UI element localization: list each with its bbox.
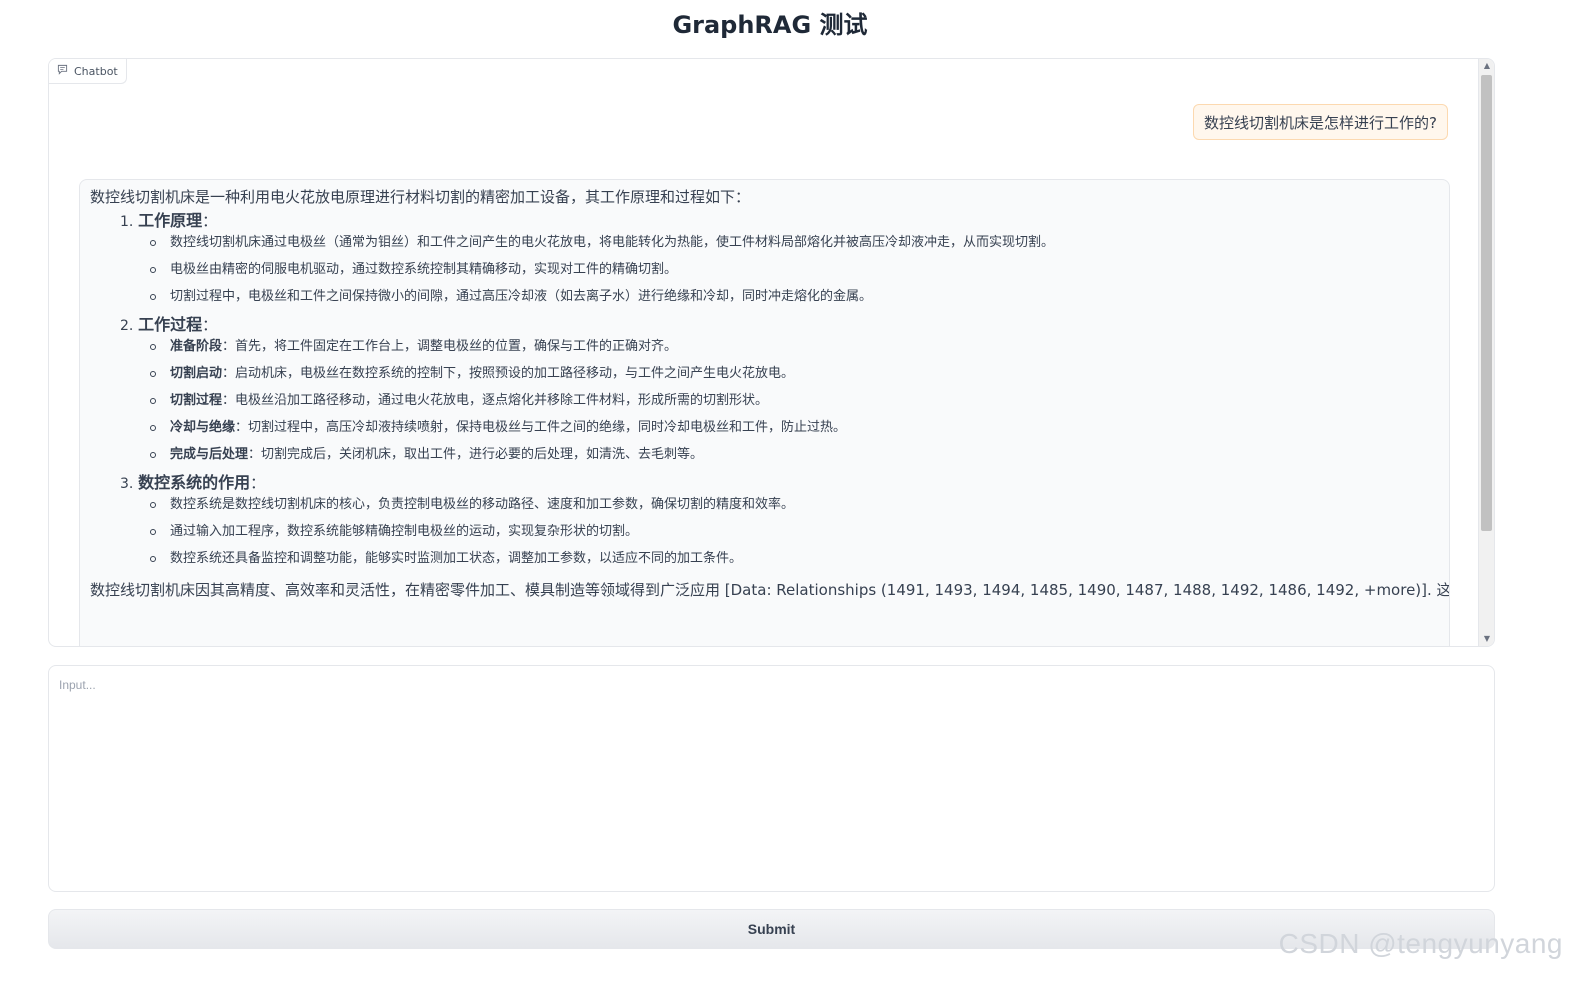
watermark: CSDN @tengyunyang <box>1278 928 1563 959</box>
scroll-up-arrow-icon[interactable]: ▲ <box>1479 59 1494 73</box>
list-item: 数控线切割机床通过电极丝（通常为钼丝）和工件之间产生的电火花放电，将电能转化为热… <box>150 235 1439 251</box>
list-item-text: 通过输入加工程序，数控系统能够精确控制电极丝的运动，实现复杂形状的切割。 <box>170 524 639 539</box>
section-number: 1. <box>120 214 134 230</box>
list-item: 完成与后处理：切割完成后，关闭机床，取出工件，进行必要的后处理，如清洗、去毛刺等… <box>150 447 1439 463</box>
list-item-text: 数控线切割机床通过电极丝（通常为钼丝）和工件之间产生的电火花放电，将电能转化为热… <box>170 235 1055 250</box>
list-item-label: 切割启动 <box>170 366 223 381</box>
list-item-text: ：切割过程中，高压冷却液持续喷射，保持电极丝与工件之间的绝缘，同时冷却电极丝和工… <box>235 420 847 435</box>
list-item-text: 数控系统是数控线切割机床的核心，负责控制电极丝的移动路径、速度和加工参数，确保切… <box>170 497 795 512</box>
page-title: GraphRAG 测试 <box>672 11 868 39</box>
list-item-text: 切割过程中，电极丝和工件之间保持微小的间隙，通过高压冷却液（如去离子水）进行绝缘… <box>170 289 873 304</box>
message-input[interactable] <box>48 665 1495 892</box>
scroll-thumb[interactable] <box>1481 75 1492 531</box>
user-message: 数控线切割机床是怎样进行工作的? <box>1193 104 1448 140</box>
section-colon: ： <box>202 316 218 334</box>
bot-message: 数控线切割机床是一种利用电火花放电原理进行材料切割的精密加工设备，其工作原理和过… <box>79 179 1450 646</box>
list-item-label: 准备阶段 <box>170 339 223 354</box>
list-item: 数控系统还具备监控和调整功能，能够实时监测加工状态，调整加工参数，以适应不同的加… <box>150 551 1439 567</box>
list-item: 电极丝由精密的伺服电机驱动，通过数控系统控制其精确移动，实现对工件的精确切割。 <box>150 262 1439 278</box>
list-item-text: ：电极丝沿加工路径移动，通过电火花放电，逐点熔化并移除工件材料，形成所需的切割形… <box>222 393 769 408</box>
chatbot-panel[interactable]: Chatbot 数控线切割机床是怎样进行工作的? 数控线切割机床是一种利用电火花… <box>48 58 1495 647</box>
list-item: 准备阶段：首先，将工件固定在工作台上，调整电极丝的位置，确保与工件的正确对齐。 <box>150 339 1439 355</box>
section-title: 2. 工作过程： <box>120 316 1439 335</box>
list-item-label: 完成与后处理 <box>170 447 249 462</box>
list-item-text: 电极丝由精密的伺服电机驱动，通过数控系统控制其精确移动，实现对工件的精确切割。 <box>170 262 678 277</box>
section-colon: ： <box>250 474 266 492</box>
list-item-text: ：切割完成后，关闭机床，取出工件，进行必要的后处理，如清洗、去毛刺等。 <box>248 447 704 462</box>
section-heading: 工作过程 <box>138 315 203 334</box>
list-item: 切割过程中，电极丝和工件之间保持微小的间隙，通过高压冷却液（如去离子水）进行绝缘… <box>150 289 1439 305</box>
section-title: 3. 数控系统的作用： <box>120 474 1439 493</box>
section-heading: 工作原理 <box>138 211 203 230</box>
bot-tail: 数控线切割机床因其高精度、高效率和灵活性，在精密零件加工、模具制造等领域得到广泛… <box>90 581 1450 599</box>
bot-intro: 数控线切割机床是一种利用电火花放电原理进行材料切割的精密加工设备，其工作原理和过… <box>90 188 751 206</box>
list-item-label: 冷却与绝缘 <box>170 420 236 435</box>
section-colon: ： <box>202 212 218 230</box>
section-title: 1. 工作原理： <box>120 212 1439 231</box>
chatbot-label-text: Chatbot <box>74 64 118 78</box>
list-item-label: 切割过程 <box>170 393 223 408</box>
list-item-text: ：首先，将工件固定在工作台上，调整电极丝的位置，确保与工件的正确对齐。 <box>222 339 678 354</box>
section-number: 3. <box>120 476 134 492</box>
list-item: 冷却与绝缘：切割过程中，高压冷却液持续喷射，保持电极丝与工件之间的绝缘，同时冷却… <box>150 420 1439 436</box>
list-item-text: ：启动机床，电极丝在数控系统的控制下，按照预设的加工路径移动，与工件之间产生电火… <box>222 366 795 381</box>
section-number: 2. <box>120 318 134 334</box>
list-item: 切割启动：启动机床，电极丝在数控系统的控制下，按照预设的加工路径移动，与工件之间… <box>150 366 1439 382</box>
chatbot-label: Chatbot <box>49 59 127 84</box>
scroll-down-arrow-icon[interactable]: ▼ <box>1479 632 1494 646</box>
chat-scrollbar[interactable]: ▲ ▼ <box>1478 59 1494 646</box>
section-heading: 数控系统的作用 <box>138 473 251 492</box>
bot-sections: 1. 工作原理： 数控线切割机床通过电极丝（通常为钼丝）和工件之间产生的电火花放电… <box>90 212 1439 567</box>
list-item: 数控系统是数控线切割机床的核心，负责控制电极丝的移动路径、速度和加工参数，确保切… <box>150 497 1439 513</box>
list-item: 切割过程：电极丝沿加工路径移动，通过电火花放电，逐点熔化并移除工件材料，形成所需… <box>150 393 1439 409</box>
list-item: 通过输入加工程序，数控系统能够精确控制电极丝的运动，实现复杂形状的切割。 <box>150 524 1439 540</box>
chat-bubble-icon <box>57 64 68 78</box>
list-item-text: 数控系统还具备监控和调整功能，能够实时监测加工状态，调整加工参数，以适应不同的加… <box>170 551 743 566</box>
